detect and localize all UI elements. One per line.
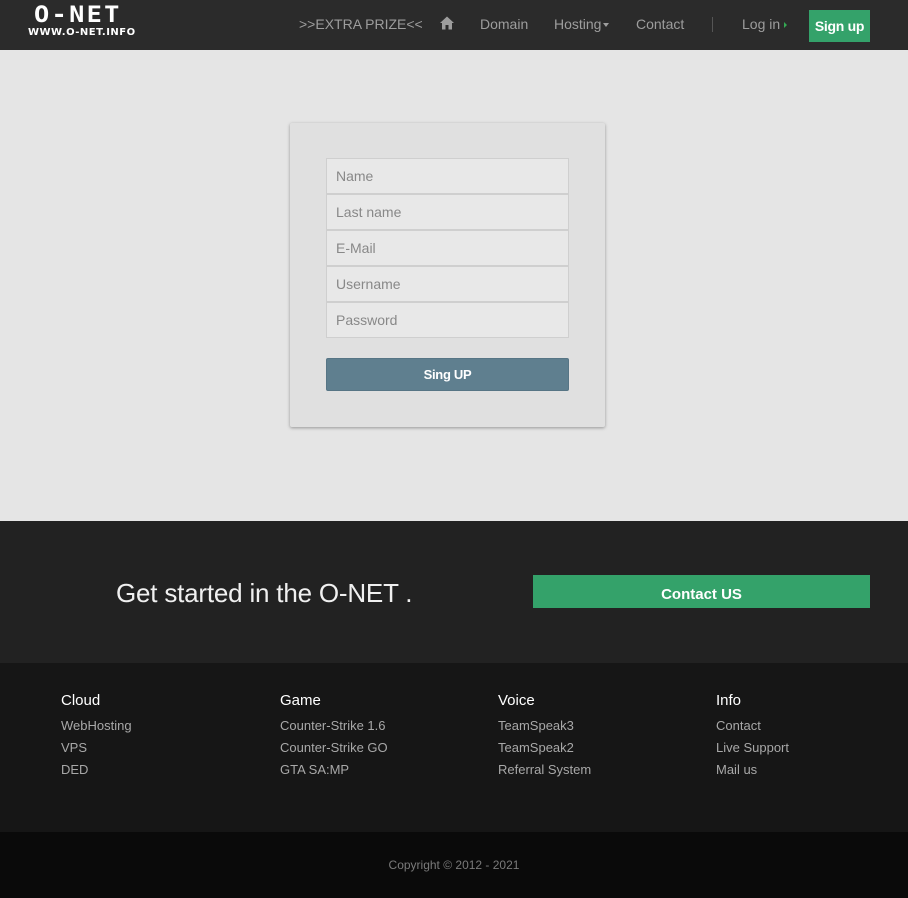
footer-link[interactable]: DED <box>61 759 132 781</box>
footer-link[interactable]: TeamSpeak3 <box>498 715 591 737</box>
nav-login-label: Log in <box>742 16 781 32</box>
footer-column-title: Cloud <box>61 692 101 709</box>
footer-column-voice: Voice TeamSpeak3 TeamSpeak2 Referral Sys… <box>498 693 591 781</box>
nav-hosting-dropdown[interactable]: Hosting <box>554 16 610 32</box>
nav-contact-link[interactable]: Contact <box>636 16 684 32</box>
signup-button[interactable]: Sign up <box>809 10 870 42</box>
footer-column-cloud: Cloud WebHosting VPS DED <box>61 693 132 781</box>
nav-hosting-label: Hosting <box>554 16 602 32</box>
footer-link[interactable]: GTA SA:MP <box>280 759 388 781</box>
footer-link[interactable]: Referral System <box>498 759 591 781</box>
footer-link[interactable]: Counter-Strike 1.6 <box>280 715 388 737</box>
footer-column-info: Info Contact Live Support Mail us <box>716 693 789 781</box>
email-field[interactable] <box>326 230 569 266</box>
footer-column-game: Game Counter-Strike 1.6 Counter-Strike G… <box>280 693 388 781</box>
footer: Cloud WebHosting VPS DED Game Counter-St… <box>0 663 908 832</box>
site-logo[interactable]: O-NET WWW.O-NET.INFO <box>28 4 148 42</box>
signup-form-card: Sing UP <box>290 123 605 427</box>
cta-section: Get started in the O-NET . Contact US <box>0 521 908 663</box>
username-field[interactable] <box>326 266 569 302</box>
logo-text: O-NET <box>34 3 122 28</box>
contact-us-button[interactable]: Contact US <box>533 575 870 608</box>
caret-down-icon <box>603 23 610 28</box>
caret-right-icon <box>784 22 788 29</box>
home-icon[interactable] <box>439 15 455 31</box>
nav-divider <box>712 17 713 32</box>
footer-column-title: Info <box>716 692 742 709</box>
footer-link[interactable]: Counter-Strike GO <box>280 737 388 759</box>
nav-extra-prize-link[interactable]: >>EXTRA PRIZE<< <box>299 16 423 32</box>
footer-link[interactable]: Contact <box>716 715 789 737</box>
submit-signup-button[interactable]: Sing UP <box>326 358 569 391</box>
top-navbar: O-NET WWW.O-NET.INFO >>EXTRA PRIZE<< Dom… <box>0 0 908 50</box>
footer-link[interactable]: TeamSpeak2 <box>498 737 591 759</box>
logo-subtext: WWW.O-NET.INFO <box>28 27 136 38</box>
footer-link[interactable]: Live Support <box>716 737 789 759</box>
footer-column-title: Voice <box>498 692 535 709</box>
nav-domain-link[interactable]: Domain <box>480 16 528 32</box>
cta-heading: Get started in the O-NET . <box>116 578 413 608</box>
footer-column-title: Game <box>280 692 321 709</box>
footer-link[interactable]: VPS <box>61 737 132 759</box>
name-field[interactable] <box>326 158 569 194</box>
copyright-bar: Copyright © 2012 - 2021 <box>0 832 908 898</box>
password-field[interactable] <box>326 302 569 338</box>
last-name-field[interactable] <box>326 194 569 230</box>
copyright-text: Copyright © 2012 - 2021 <box>388 858 520 872</box>
footer-link[interactable]: Mail us <box>716 759 789 781</box>
footer-link[interactable]: WebHosting <box>61 715 132 737</box>
nav-login-link[interactable]: Log in <box>742 16 788 32</box>
